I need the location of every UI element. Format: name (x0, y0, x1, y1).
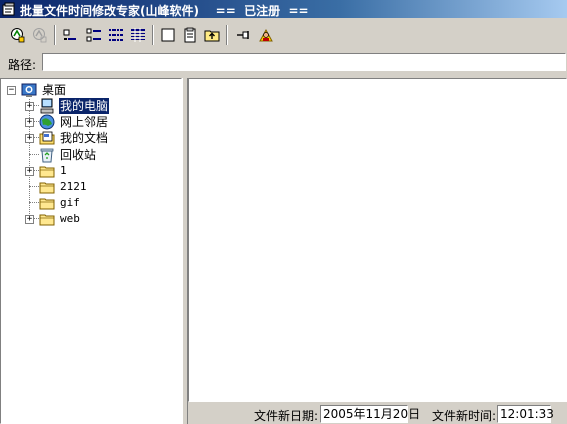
tree-item-label: 桌面 (42, 83, 67, 97)
list-view-button[interactable] (106, 25, 126, 45)
run-icon (11, 28, 25, 43)
toolbar-separator (152, 25, 154, 45)
up-folder-button[interactable] (202, 25, 222, 45)
recycle-bin-icon (40, 148, 54, 163)
stop-icon (33, 28, 47, 43)
pin-button[interactable] (234, 25, 254, 45)
toolbar-separator (54, 25, 56, 45)
large-icons-view-button[interactable] (60, 25, 80, 45)
tree-item-my-computer[interactable]: + 我的电脑 (1, 98, 181, 114)
tree-item-network[interactable]: + 网上邻居 (1, 114, 181, 130)
details-view-button[interactable] (128, 25, 148, 45)
tree-item-label: gif (60, 196, 80, 209)
expand-icon[interactable]: + (25, 118, 34, 127)
toolbar-separator (226, 25, 228, 45)
tree-item-recycle-bin[interactable]: 回收站 (1, 147, 181, 163)
toolbar (0, 20, 567, 50)
new-time-label: 文件新时间: (432, 409, 497, 423)
tree-item-folder[interactable]: + web (1, 211, 181, 227)
pin-icon (237, 31, 249, 39)
folder-tree[interactable]: − 桌面 + 我的电脑 + 网上邻居 + 我的文档 回收站 + 1 2121 g… (0, 78, 182, 424)
desktop-icon (21, 83, 37, 97)
properties-icon (184, 27, 196, 43)
new-date-label: 文件新日期: (254, 409, 319, 423)
tree-item-label: 1 (60, 164, 67, 177)
new-date-field[interactable]: 2005年11月20日 (320, 405, 420, 423)
properties-button[interactable] (180, 25, 200, 45)
help-icon (259, 28, 273, 42)
tree-item-label: 我的电脑 (59, 98, 110, 114)
small-icons-view-icon (86, 28, 101, 42)
tree-item-label: 网上邻居 (60, 115, 109, 129)
tree-item-my-documents[interactable]: + 我的文档 (1, 130, 181, 146)
tree-item-label: 2121 (60, 180, 87, 193)
app-icon (2, 2, 16, 16)
status-bar: 文件新日期: 2005年11月20日 文件新时间: 12:01:33 (188, 402, 567, 424)
folder-icon (39, 182, 55, 194)
tree-item-desktop[interactable]: − 桌面 (1, 82, 181, 98)
up-folder-icon (204, 30, 220, 42)
tree-item-label: 回收站 (60, 148, 97, 162)
new-folder-button[interactable] (158, 25, 178, 45)
documents-icon (39, 131, 55, 145)
network-icon (39, 114, 55, 130)
window-title: 批量文件时间修改专家(山峰软件) == 已注册 == (20, 4, 309, 18)
collapse-icon[interactable]: − (7, 86, 16, 95)
new-folder-icon (161, 28, 175, 42)
tree-item-label: 我的文档 (60, 131, 109, 145)
expand-icon[interactable]: + (25, 215, 34, 224)
path-input[interactable] (42, 53, 566, 71)
stop-button[interactable] (30, 25, 50, 45)
list-view-icon (109, 29, 123, 41)
expand-icon[interactable]: + (25, 167, 34, 176)
tree-item-folder[interactable]: + 1 (1, 163, 181, 179)
run-button[interactable] (8, 25, 28, 45)
tree-item-folder[interactable]: gif (1, 195, 181, 211)
folder-icon (39, 198, 55, 210)
tree-item-label: web (60, 212, 80, 225)
details-view-icon (131, 28, 145, 42)
computer-icon (40, 98, 54, 114)
tree-item-folder[interactable]: 2121 (1, 179, 181, 195)
new-time-field[interactable]: 12:01:33 (497, 405, 554, 423)
folder-icon (39, 166, 55, 178)
path-bar: 路径: (0, 52, 567, 74)
large-icons-view-icon (63, 29, 76, 40)
title-bar[interactable]: 批量文件时间修改专家(山峰软件) == 已注册 == (0, 0, 567, 18)
path-label: 路径: (8, 58, 37, 72)
small-icons-view-button[interactable] (84, 25, 104, 45)
expand-icon[interactable]: + (25, 102, 34, 111)
expand-icon[interactable]: + (25, 134, 34, 143)
file-list-pane[interactable] (188, 78, 567, 402)
folder-icon (39, 214, 55, 226)
help-button[interactable] (256, 25, 276, 45)
